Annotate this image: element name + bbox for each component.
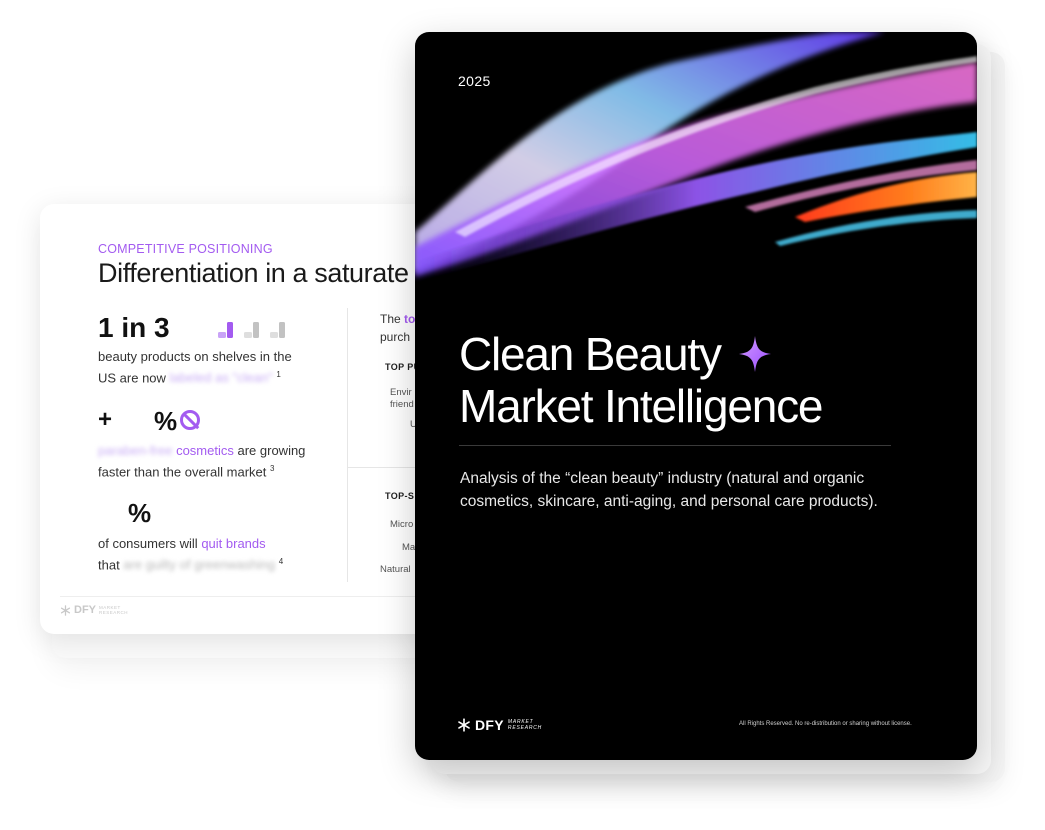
right-col-heading-2: TOP-S: [385, 491, 415, 501]
abstract-light-streaks: [415, 32, 977, 282]
back-logo-word: DFY: [74, 604, 96, 616]
cover-logo: DFY MARKET RESEARCH: [457, 717, 542, 733]
bottle-icons: [216, 320, 288, 340]
cover-divider: [459, 445, 891, 446]
snowflake-logo-icon: [458, 718, 470, 732]
right-col-intro-2: purch: [380, 330, 411, 344]
back-logo-sub: MARKET RESEARCH: [99, 605, 129, 615]
cover-subtitle: Analysis of the “clean beauty” industry …: [460, 470, 878, 510]
sparkle-icon: [739, 336, 771, 372]
bottle-icon: [270, 322, 285, 338]
stat-2-description: paraben-free cosmetics are growing faste…: [98, 443, 306, 480]
right-col-item: Natural: [380, 564, 411, 575]
right-col-item: friend: [390, 399, 414, 410]
report-page-competitive-positioning: COMPETITIVE POSITIONING Differentiation …: [40, 204, 460, 634]
cover-logo-sub: MARKET RESEARCH: [507, 719, 543, 731]
stat-1-value: 1 in 3: [98, 312, 170, 343]
stat-2-suffix: %: [154, 406, 178, 436]
snowflake-logo-icon: [60, 604, 71, 616]
section-title: Differentiation in a saturate: [98, 258, 409, 288]
back-page-logo: DFY MARKET RESEARCH: [60, 604, 128, 616]
stat-2-prefix: +: [98, 406, 113, 433]
right-col-intro: The to: [380, 312, 416, 326]
right-col-item: Ma: [402, 542, 416, 553]
cover-logo-word: DFY: [475, 717, 504, 733]
stat-3-description: of consumers will quit brands that are g…: [98, 536, 284, 573]
cover-legal-notice: All Rights Reserved. No re-distribution …: [739, 721, 912, 727]
section-label: COMPETITIVE POSITIONING: [98, 242, 273, 256]
bottle-icon: [218, 322, 233, 338]
cover-title-line-1: Clean Beauty: [459, 328, 722, 380]
bottle-icon: [244, 322, 259, 338]
cover-year: 2025: [458, 73, 491, 89]
no-symbol-icon: [180, 410, 200, 430]
report-cover: 2025 Clean Beauty Market Intelligence An…: [415, 32, 977, 760]
right-col-item: Micro: [390, 519, 414, 530]
column-divider: [347, 308, 348, 582]
stat-3-suffix: %: [128, 498, 152, 528]
right-col-item: Envir: [390, 387, 412, 398]
stat-1-description: beauty products on shelves in the US are…: [98, 349, 292, 386]
cover-title-line-2: Market Intelligence: [459, 380, 823, 432]
footer-divider: [60, 596, 460, 597]
